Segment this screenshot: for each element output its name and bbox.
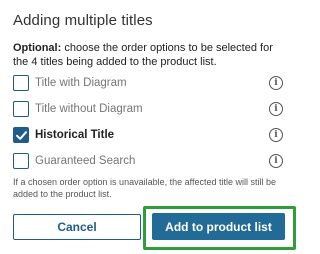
checkmark-icon [16, 131, 27, 140]
checkbox-title-without-diagram[interactable] [13, 101, 29, 117]
dialog-description: Optional: choose the order options to be… [13, 41, 291, 69]
info-icon[interactable]: i [269, 154, 283, 168]
option-title-with-diagram[interactable]: Title with Diagram i [13, 73, 287, 93]
option-label: Guaranteed Search [35, 155, 136, 167]
option-label: Title without Diagram [35, 103, 143, 115]
checkbox-historical-title[interactable] [13, 127, 29, 143]
unavailable-option-note: If a chosen order option is unavailable,… [13, 177, 276, 199]
info-icon[interactable]: i [269, 102, 283, 116]
info-icon[interactable]: i [269, 76, 283, 90]
add-titles-dialog: Adding multiple titles Optional: choose … [0, 0, 300, 254]
cancel-button[interactable]: Cancel [13, 214, 141, 240]
option-title-without-diagram[interactable]: Title without Diagram i [13, 99, 287, 119]
description-optional-label: Optional: [13, 42, 62, 54]
checkbox-guaranteed-search[interactable] [13, 153, 29, 169]
option-historical-title[interactable]: Historical Title i [13, 125, 287, 145]
option-label: Historical Title [35, 129, 115, 141]
option-label: Title with Diagram [35, 77, 127, 89]
option-guaranteed-search[interactable]: Guaranteed Search i [13, 151, 287, 171]
info-icon[interactable]: i [269, 128, 283, 142]
checkbox-title-with-diagram[interactable] [13, 75, 29, 91]
dialog-title: Adding multiple titles [13, 12, 153, 29]
add-to-product-list-button[interactable]: Add to product list [152, 213, 285, 240]
